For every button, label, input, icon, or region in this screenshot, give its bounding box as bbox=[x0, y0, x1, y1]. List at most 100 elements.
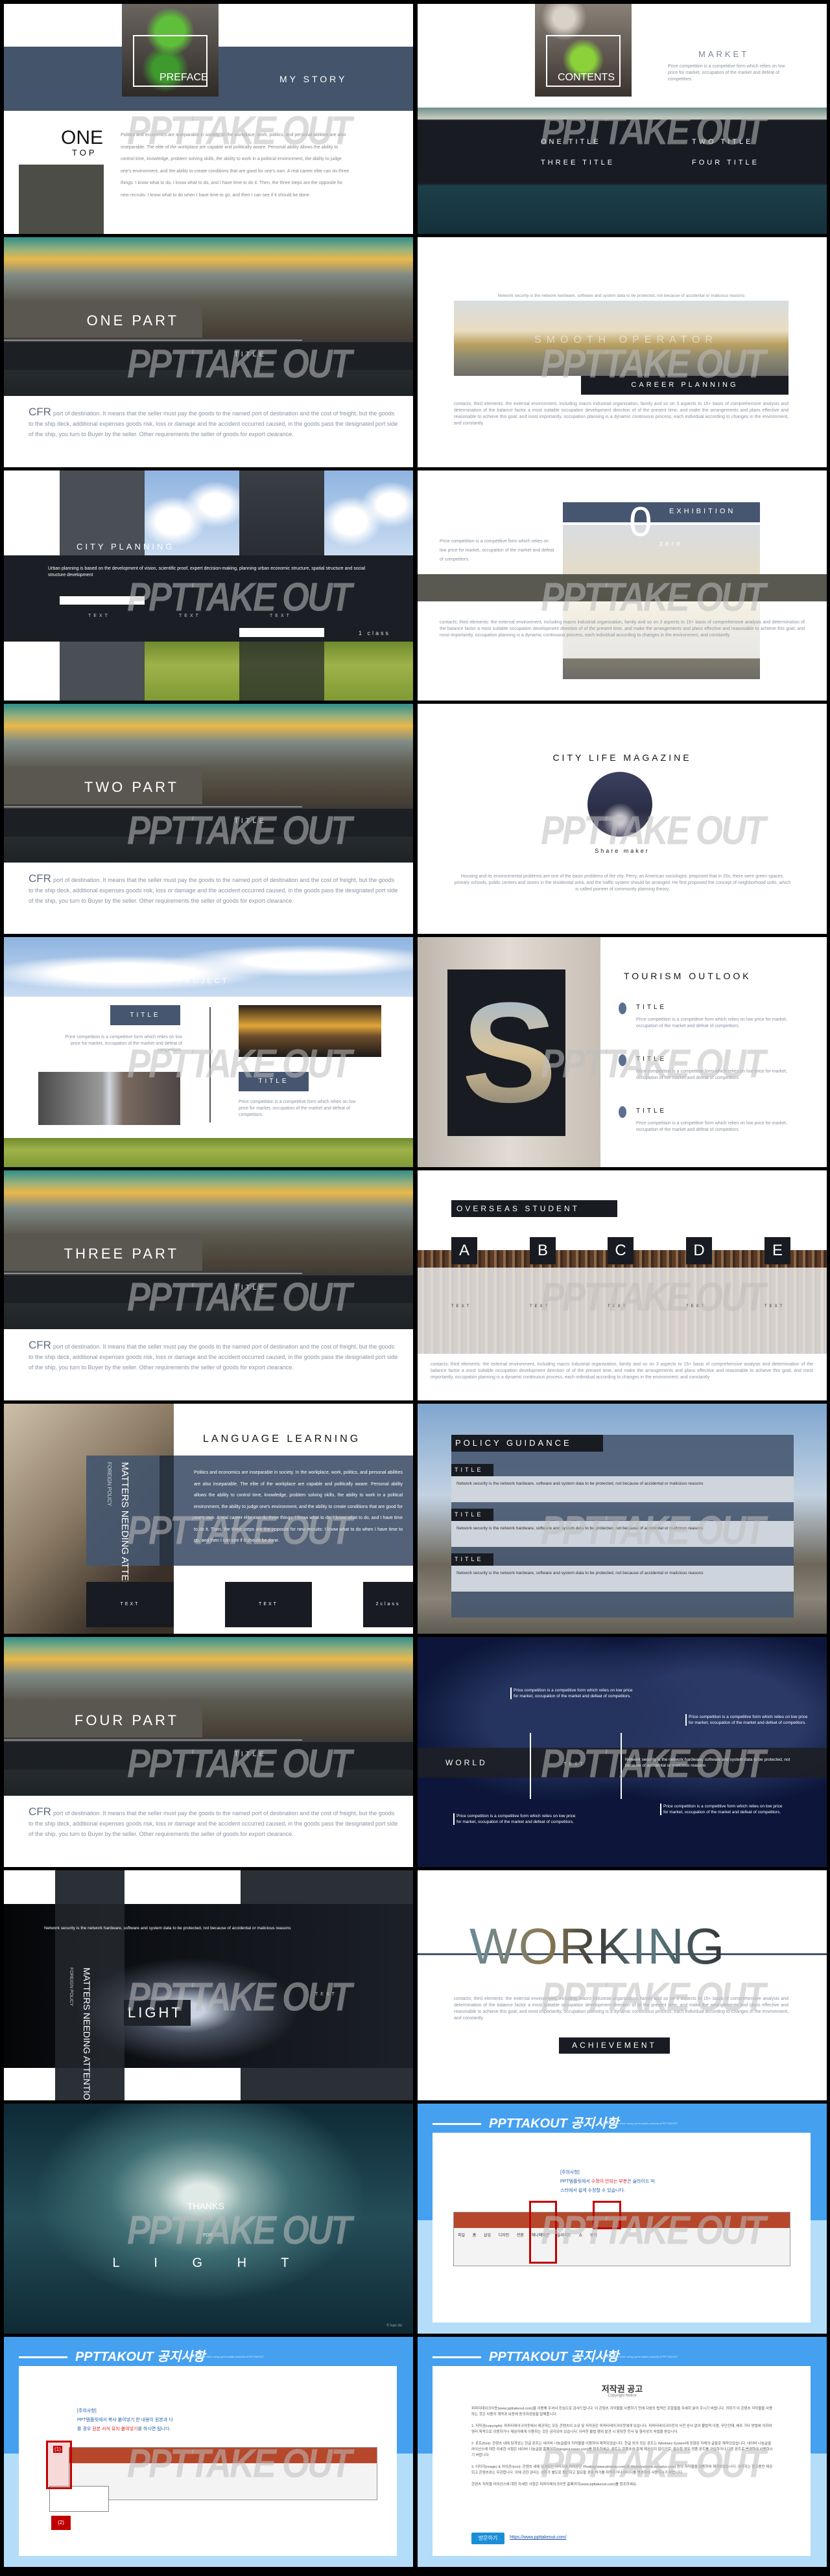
item-text: Network security is the network hardware… bbox=[456, 1571, 704, 1575]
slide-four-part[interactable]: FOUR PART TITLE CFR port of destination. … bbox=[4, 1637, 413, 1867]
cfr-label: CFR bbox=[29, 1339, 51, 1351]
slide-working[interactable]: WORKING contacts; third elements: the ex… bbox=[418, 1870, 827, 2100]
slide-policy-guidance[interactable]: POLICY GUIDANCE TITLE Network security i… bbox=[418, 1404, 827, 1634]
slide-city-planning[interactable]: CITY PLANNING Urban planning is based on… bbox=[4, 470, 413, 701]
slide-preface[interactable]: PREFACE MY STORY ONE TOP Politics and ec… bbox=[4, 4, 413, 234]
part-title: THREE PART bbox=[64, 1246, 179, 1262]
cfr-paragraph: CFR port of destination. It means that th… bbox=[29, 1340, 398, 1373]
network-sentence: Network security is the network hardware… bbox=[497, 294, 745, 298]
copyright-subtitle: Copyright Notice bbox=[608, 2394, 637, 2398]
magazine-paragraph: Housing and its environmental problems a… bbox=[454, 874, 791, 892]
part-title: ONE PART bbox=[86, 312, 179, 329]
copyright-paragraph: 피피티테이크아웃(www.ppttakeout.com)을 이용해 주셔서 진심… bbox=[471, 2407, 773, 2417]
slide-language-learning[interactable]: LANGUAGE LEARNING MATTERS NEEDING ATTENT… bbox=[4, 1404, 413, 1634]
cfr-text: port of destination. It means that the s… bbox=[29, 877, 398, 904]
career-paragraph: contacts; third elements: the external e… bbox=[431, 1362, 813, 1380]
slide-copyright[interactable]: PPTTAKOUT 공지사항 Special notice when using… bbox=[418, 2337, 827, 2567]
grass-photo bbox=[4, 1138, 413, 1167]
text-label: TEXT bbox=[88, 614, 110, 618]
copyright-title: 저작권 공고 bbox=[601, 2384, 643, 2394]
notice-subheading: Special notice when using ppt template p… bbox=[189, 2355, 265, 2358]
notice-subheading: Special notice when using ppt template p… bbox=[603, 2355, 678, 2358]
notice-text: [주의사항] PPT템플릿에서 복사 붙여넣기 한 내용이 원본과 다 를 경우… bbox=[77, 2407, 173, 2434]
price-paragraph: Price competition is a competitive form … bbox=[440, 539, 554, 562]
class-label: 1 class bbox=[359, 630, 391, 636]
slide-exhibition[interactable]: EXHIBITION 0 zero Price competition is a… bbox=[418, 470, 827, 701]
slide-project[interactable]: PROJECT TITLE Price competition is a com… bbox=[4, 937, 413, 1167]
item-band bbox=[451, 1566, 794, 1592]
watermark: PPTTAKE OUT bbox=[127, 1041, 352, 1087]
slide-contents[interactable]: CONTENTS MARKET Price competition is a c… bbox=[418, 4, 827, 234]
watermark: PPTTAKE OUT bbox=[127, 2441, 352, 2487]
world-note: Price competition is a competitive form … bbox=[510, 1688, 634, 1699]
letter-d: D bbox=[686, 1237, 712, 1264]
cfr-label: CFR bbox=[29, 406, 51, 418]
watermark: PPTTAKE OUT bbox=[127, 1508, 352, 1553]
watermark: PPTTAKE OUT bbox=[127, 342, 352, 387]
watermark: PPTTAKE OUT bbox=[127, 1741, 352, 1787]
market-heading: MARKET bbox=[698, 49, 750, 59]
slide-city-life-magazine[interactable]: CITY LIFE MAGAZINE Share maker Housing a… bbox=[418, 704, 827, 934]
header-line bbox=[433, 2123, 481, 2125]
gray-block bbox=[19, 165, 104, 234]
item-band bbox=[451, 1476, 794, 1502]
language-title: LANGUAGE LEARNING bbox=[203, 1433, 361, 1445]
slide-two-part[interactable]: TWO PART TITLE CFR port of destination. I… bbox=[4, 704, 413, 934]
copyright-paragraph: 1. 저작권(copyright): 피피티테이크아웃에서 제공하는 모든 콘텐… bbox=[471, 2424, 772, 2434]
watermark: PPTTAKE OUT bbox=[541, 1508, 766, 1553]
zero-word: zero bbox=[659, 540, 683, 548]
slide-light[interactable]: Network security is the network hardware… bbox=[4, 1870, 413, 2100]
title-tag: TITLE bbox=[110, 1005, 180, 1025]
notice-heading: PPTTAKOUT 공지사항 bbox=[489, 2350, 619, 2364]
text: PPT템플릿에서 복사 붙여넣기 한 내용이 원본과 다 bbox=[77, 2418, 173, 2422]
vertical-subtitle: FOREIGN POLICY bbox=[106, 1462, 112, 1507]
slide-thanks[interactable]: THANKS FOR L I G H T © kan do PPTTAKE OU… bbox=[4, 2104, 413, 2334]
cfr-paragraph: CFR port of destination. It means that th… bbox=[29, 406, 398, 439]
slide-tourism-outlook[interactable]: S TOURISM OUTLOOK TITLE Price competitio… bbox=[418, 937, 827, 1167]
divider bbox=[530, 1733, 531, 1799]
part-title: TWO PART bbox=[84, 779, 179, 795]
text-label: TEXT bbox=[765, 1305, 785, 1308]
item-title: TITLE bbox=[636, 1004, 667, 1011]
one-heading: ONE bbox=[61, 127, 104, 148]
slide-world[interactable]: WORLD TEXT Network security is the netwo… bbox=[418, 1637, 827, 1867]
item-title: TITLE bbox=[451, 1509, 493, 1521]
preface-label: PREFACE bbox=[160, 72, 208, 83]
light-text: L I G H T bbox=[112, 2256, 305, 2270]
slide-notice-paste[interactable]: PPTTAKOUT 공지사항 Special notice when using… bbox=[4, 2337, 413, 2567]
working-title: WORKING bbox=[469, 1918, 726, 1975]
website-link[interactable]: https://www.ppttakeout.com/ bbox=[510, 2535, 567, 2540]
bullet-icon bbox=[619, 1003, 626, 1014]
watermark: PPTTAKE OUT bbox=[541, 342, 766, 387]
text: 를 경우 bbox=[77, 2427, 93, 2431]
stripe bbox=[239, 470, 324, 555]
slide-career-planning[interactable]: Network security is the network hardware… bbox=[418, 237, 827, 467]
text-label: TEXT bbox=[451, 1305, 472, 1308]
watermark: PPTTAKE OUT bbox=[127, 1975, 352, 2020]
watermark: PPTTAKE OUT bbox=[541, 1975, 766, 2020]
visit-button[interactable]: 방문하기 bbox=[471, 2533, 504, 2544]
watermark: PPTTAKE OUT bbox=[541, 1041, 766, 1087]
slide-notice-master[interactable]: PPTTAKOUT 공지사항 Special notice when using… bbox=[418, 2104, 827, 2334]
career-paragraph: contacts; third elements: the external e… bbox=[454, 402, 788, 426]
achievement-tag: ACHIEVEMENT bbox=[559, 2037, 670, 2054]
letter-c: C bbox=[608, 1237, 634, 1264]
notice-subheading: Special notice when using ppt template p… bbox=[603, 2122, 678, 2125]
text-box: TEXT bbox=[225, 1582, 312, 1627]
slide-one-part[interactable]: ONE PART TITLE CFR port of destination. I… bbox=[4, 237, 413, 467]
watermark: PPTTAKE OUT bbox=[127, 808, 352, 853]
my-story-label: MY STORY bbox=[279, 74, 348, 84]
header-line bbox=[433, 2356, 481, 2358]
letter-e: E bbox=[765, 1237, 790, 1264]
market-paragraph: Price competition is a competitive form … bbox=[668, 64, 785, 82]
slide-three-part[interactable]: THREE PART TITLE CFR port of destination.… bbox=[4, 1170, 413, 1400]
top-heading: TOP bbox=[72, 148, 97, 157]
contents-item-3[interactable]: THREE TITLE bbox=[541, 159, 615, 167]
world-title: WORLD bbox=[445, 1758, 488, 1767]
cfr-text: port of destination. It means that the s… bbox=[29, 1810, 398, 1837]
slide-overseas-student[interactable]: OVERSEAS STUDENT A B C D E TEXT TEXT TEX… bbox=[418, 1170, 827, 1400]
project-title: PROJECT bbox=[178, 977, 230, 985]
contents-item-4[interactable]: FOUR TITLE bbox=[692, 159, 759, 167]
vertical-subtitle: FOREIGN POLICY bbox=[69, 1967, 73, 2006]
zero-number: 0 bbox=[629, 498, 652, 545]
